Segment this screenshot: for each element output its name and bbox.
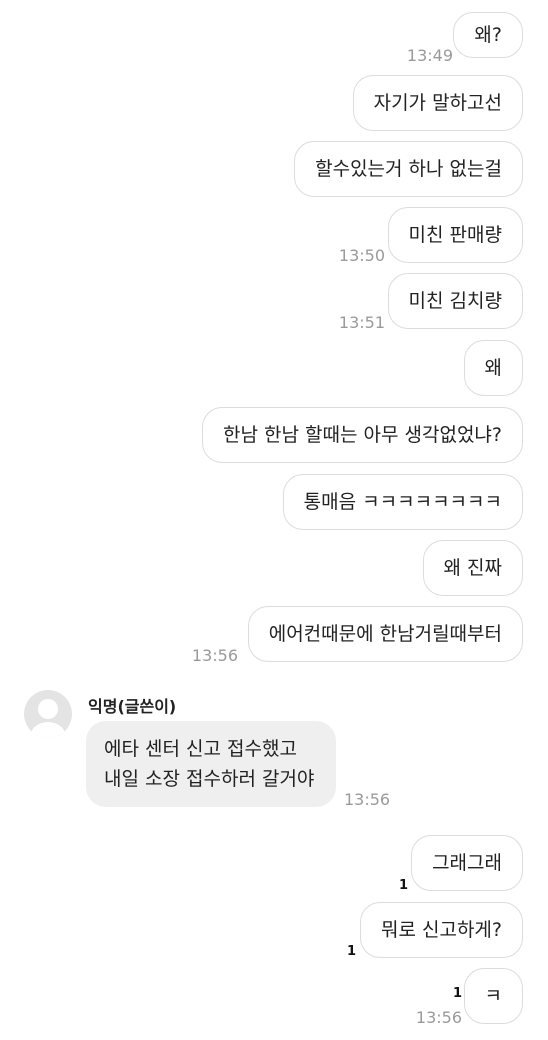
message-bubble[interactable]: 왜 <box>463 340 523 396</box>
message-bubble[interactable]: 한남 한남 할때는 아무 생각없었냐? <box>202 407 523 463</box>
unread-count: 1 <box>398 878 408 893</box>
unread-count: 1 <box>452 986 462 1001</box>
message-bubble[interactable]: ㅋ <box>463 968 523 1024</box>
message-line: 에타 센터 신고 접수했고 <box>104 738 297 760</box>
sender-name: 익명(글쓴이) <box>88 697 177 716</box>
message-time: 13:56 <box>415 1008 462 1027</box>
message-bubble[interactable]: 뭐로 신고하게? <box>359 902 523 958</box>
incoming-message-bubble[interactable]: 에타 센터 신고 접수했고 내일 소장 접수하러 갈거야 <box>86 721 336 807</box>
message-bubble[interactable]: 미친 김치량 <box>387 273 523 329</box>
message-line: 내일 소장 접수하러 갈거야 <box>104 768 315 790</box>
message-time: 13:51 <box>338 313 385 332</box>
message-time: 13:56 <box>344 790 391 809</box>
message-bubble[interactable]: 통매음 ㅋㅋㅋㅋㅋㅋㅋㅋ <box>282 474 523 530</box>
message-time: 13:49 <box>406 46 453 65</box>
message-bubble[interactable]: 할수있는거 하나 없는걸 <box>294 141 523 197</box>
message-bubble[interactable]: 왜 진짜 <box>422 540 523 596</box>
message-bubble[interactable]: 에어컨때문에 한남거릴때부터 <box>247 606 523 662</box>
message-time: 13:50 <box>338 246 385 265</box>
message-bubble[interactable]: 그래그래 <box>411 835 523 891</box>
unread-count: 1 <box>346 944 356 959</box>
message-bubble[interactable]: 자기가 말하고선 <box>352 75 523 131</box>
profile-avatar[interactable] <box>24 690 72 738</box>
message-bubble[interactable]: 왜? <box>453 12 523 58</box>
message-time: 13:56 <box>191 646 238 665</box>
message-bubble[interactable]: 미친 판매량 <box>387 207 523 263</box>
